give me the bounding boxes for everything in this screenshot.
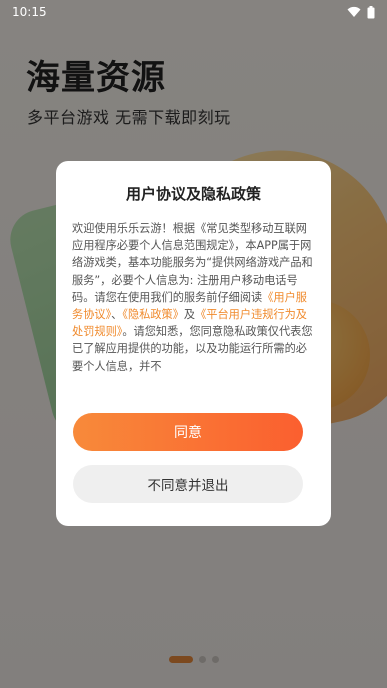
separator-text: 、 — [111, 308, 123, 322]
dialog-title: 用户协议及隐私政策 — [125, 185, 261, 203]
status-icons — [347, 5, 375, 19]
privacy-policy-link[interactable]: 《隐私政策》 — [122, 308, 184, 321]
battery-icon — [367, 5, 375, 18]
decline-and-exit-button[interactable]: 不同意并退出 — [73, 465, 303, 503]
separator-text: 及 — [183, 308, 196, 322]
dialog-body[interactable]: 欢迎使用乐乐云游！根据《常见类型移动互联网应用程序必要个人信息范围规定》，本AP… — [72, 220, 315, 392]
wifi-icon — [347, 6, 361, 17]
agree-button[interactable]: 同意 — [73, 413, 303, 451]
status-time: 10:15 — [12, 5, 47, 19]
privacy-dialog: 用户协议及隐私政策 欢迎使用乐乐云游！根据《常见类型移动互联网应用程序必要个人信… — [56, 161, 331, 526]
splash-screen: 10:15 海量资源 多平台游戏 无需下载即刻玩 用户协议及隐私政策 欢迎使用乐… — [0, 0, 387, 688]
status-bar: 10:15 — [0, 0, 387, 24]
